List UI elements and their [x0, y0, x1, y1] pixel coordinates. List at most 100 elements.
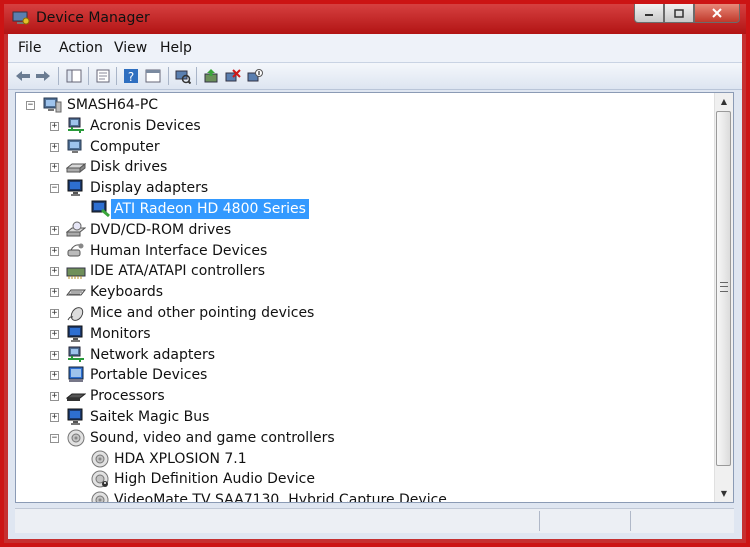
minimize-icon: [645, 14, 653, 16]
uninstall-button[interactable]: [224, 67, 242, 85]
expand-icon[interactable]: +: [50, 288, 59, 298]
tree-category-item[interactable]: + Saitek Magic Bus: [16, 407, 715, 427]
tree-category-item[interactable]: + Processors: [16, 386, 715, 406]
expand-icon[interactable]: +: [50, 371, 59, 381]
window-title: Device Manager: [36, 10, 150, 26]
expand-icon[interactable]: +: [50, 309, 59, 318]
update-driver-button[interactable]: [202, 67, 220, 85]
display-adapter-icon: [91, 200, 110, 218]
menu-help[interactable]: Help: [160, 40, 192, 56]
tree-category-item[interactable]: + Acronis Devices: [16, 116, 715, 136]
device-tree-panel: − SMASH64-PC + Acronis Devices + Computer + D…: [15, 92, 734, 503]
tree-device-item[interactable]: High Definition Audio Device: [16, 469, 715, 489]
disable-button[interactable]: [246, 67, 264, 85]
expand-icon[interactable]: +: [50, 163, 59, 173]
properties-button[interactable]: [94, 67, 112, 85]
show-hide-tree-button[interactable]: [65, 67, 83, 85]
tree-device-item[interactable]: VideoMate TV SAA7130, Hybrid Capture Dev…: [16, 490, 715, 502]
help-button[interactable]: ?: [122, 67, 140, 85]
tree-item-label: Portable Devices: [90, 367, 208, 384]
monitor-icon: [67, 179, 83, 197]
tree-item-label: Sound, video and game controllers: [90, 429, 335, 446]
maximize-button[interactable]: [664, 4, 694, 23]
tree-category-item[interactable]: + Computer: [16, 137, 715, 157]
menu-bar: File Action View Help: [8, 34, 742, 63]
tree-category-item[interactable]: + DVD/CD-ROM drives: [16, 220, 715, 240]
menu-action[interactable]: Action: [59, 40, 103, 56]
expand-icon[interactable]: +: [50, 267, 59, 277]
tree-item-label: Human Interface Devices: [90, 242, 268, 259]
collapse-icon[interactable]: −: [50, 433, 59, 443]
expand-icon[interactable]: +: [50, 413, 59, 422]
menu-file[interactable]: File: [18, 40, 41, 56]
scrollbar-thumb[interactable]: [716, 111, 731, 466]
tree-category-item[interactable]: + IDE ATA/ATAPI controllers: [16, 261, 715, 281]
tree-item-label: HDA XPLOSION 7.1: [114, 450, 247, 467]
scroll-up-button[interactable]: ▲: [715, 93, 733, 110]
tree-root-item[interactable]: − SMASH64-PC: [16, 95, 715, 115]
tree-device-item[interactable]: HDA XPLOSION 7.1: [16, 449, 715, 469]
tree-category-item[interactable]: + Network adapters: [16, 345, 715, 365]
mouse-icon: [67, 307, 84, 321]
expand-icon[interactable]: +: [50, 329, 59, 339]
view-button[interactable]: [144, 67, 162, 85]
monitor-icon: [67, 325, 83, 342]
device-manager-icon: [12, 11, 30, 25]
status-cell: [630, 511, 631, 531]
scan-hardware-icon: [175, 70, 191, 84]
tree-item-label: Keyboards: [90, 284, 164, 301]
tree-category-item[interactable]: + Disk drives: [16, 157, 715, 177]
update-driver-icon: [204, 69, 218, 83]
maximize-icon: [674, 8, 684, 18]
tree-device-item[interactable]: ATI Radeon HD 4800 Series: [16, 199, 715, 219]
expand-icon[interactable]: +: [50, 350, 59, 360]
speaker-warning-icon: [91, 470, 109, 488]
expand-icon[interactable]: +: [50, 121, 59, 131]
hid-icon: [67, 243, 84, 257]
processor-icon: [66, 393, 86, 402]
collapse-icon[interactable]: −: [50, 184, 59, 194]
tree-category-item[interactable]: + Mice and other pointing devices: [16, 303, 715, 323]
tree-item-label: Processors: [90, 388, 165, 405]
computer-icon: [67, 139, 82, 153]
tree-item-label: Monitors: [90, 325, 151, 342]
tree-root-label: SMASH64-PC: [67, 97, 159, 113]
forward-button[interactable]: [34, 67, 52, 85]
back-icon: [16, 71, 30, 81]
collapse-icon[interactable]: −: [26, 101, 35, 110]
status-cell: [539, 511, 540, 531]
scroll-down-button[interactable]: ▼: [715, 485, 733, 502]
portable-device-icon: [68, 366, 84, 383]
svg-text:?: ?: [128, 70, 134, 84]
dvd-drive-icon: [66, 221, 86, 237]
device-manager-window: Device Manager File Action View Help ? −…: [0, 0, 750, 547]
tree-category-item[interactable]: + Keyboards: [16, 282, 715, 302]
tree-category-item[interactable]: − Display adapters: [16, 178, 715, 198]
disable-icon: [247, 69, 263, 82]
uninstall-icon: [225, 69, 241, 82]
tree-category-item[interactable]: + Portable Devices: [16, 365, 715, 385]
expand-icon[interactable]: +: [50, 246, 59, 256]
speaker-icon: [67, 429, 85, 447]
scan-hardware-button[interactable]: [174, 67, 192, 85]
expand-icon[interactable]: +: [50, 392, 59, 402]
close-button[interactable]: [694, 4, 740, 23]
expand-icon[interactable]: +: [50, 142, 59, 152]
expand-icon[interactable]: +: [50, 225, 59, 235]
status-bar: [15, 508, 734, 533]
minimize-button[interactable]: [634, 4, 664, 23]
tree-category-item[interactable]: − Sound, video and game controllers: [16, 428, 715, 448]
vertical-scrollbar[interactable]: ▲ ▼: [714, 93, 733, 502]
tree-item-label: ATI Radeon HD 4800 Series: [111, 199, 309, 219]
toolbar: ?: [8, 63, 742, 90]
disk-drive-icon: [66, 163, 86, 174]
tree-category-item[interactable]: + Human Interface Devices: [16, 241, 715, 261]
device-tree[interactable]: − SMASH64-PC + Acronis Devices + Computer + D…: [16, 93, 715, 502]
view-icon: [145, 69, 161, 83]
tree-item-label: Disk drives: [90, 159, 168, 176]
tree-item-label: DVD/CD-ROM drives: [90, 221, 232, 238]
tree-category-item[interactable]: + Monitors: [16, 324, 715, 344]
menu-view[interactable]: View: [114, 40, 147, 56]
back-button[interactable]: [14, 67, 32, 85]
title-bar[interactable]: Device Manager: [4, 4, 746, 34]
